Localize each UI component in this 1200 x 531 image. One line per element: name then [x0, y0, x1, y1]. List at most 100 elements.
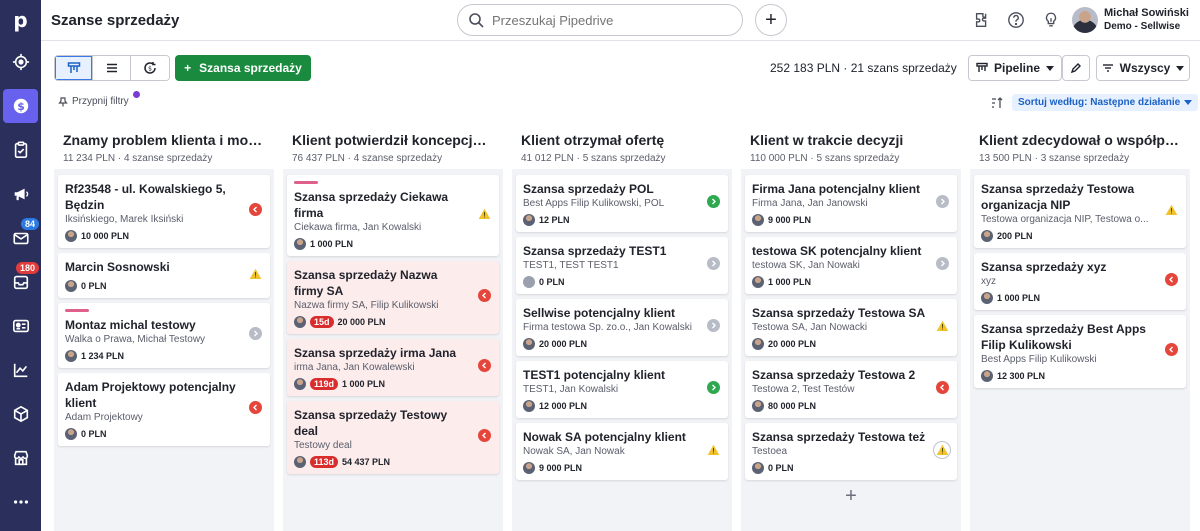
stage-header[interactable]: Klient w trakcie decyzji 110 000 PLN · 5 … [741, 124, 969, 172]
deal-value: 200 PLN [997, 231, 1033, 241]
deal-card[interactable]: Montaz michal testowy Walka o Prawa, Mich… [58, 303, 270, 368]
planned-activity-icon[interactable] [707, 195, 720, 208]
user-company[interactable]: Demo - Sellwise [1104, 21, 1180, 32]
sidebar-item-products[interactable] [0, 392, 41, 436]
overdue-activity-icon[interactable] [1165, 273, 1178, 286]
add-deal-button[interactable]: + Szansa sprzedaży [175, 55, 311, 81]
pipedrive-logo[interactable]: p [0, 0, 41, 40]
deal-card[interactable]: Szansa sprzedaży POL Best Apps Filip Kuli… [516, 175, 728, 232]
stage-header[interactable]: Klient zdecydował o współpracy 13 500 PLN… [970, 124, 1198, 172]
overdue-activity-icon[interactable] [478, 429, 491, 442]
search-input[interactable] [492, 12, 722, 28]
warning-icon[interactable] [936, 319, 949, 332]
deal-value: 1 000 PLN [768, 277, 812, 287]
sidebar-item-deals[interactable]: $ [0, 84, 41, 128]
deal-card[interactable]: TEST1 potencjalny klient TEST1, Jan Kowal… [516, 361, 728, 418]
warning-icon[interactable] [1165, 203, 1178, 216]
stage-header[interactable]: Znamy problem klienta i możem... 11 234 P… [54, 124, 282, 172]
deal-card[interactable]: Szansa sprzedaży Nazwa firmy SA Nazwa fir… [287, 261, 499, 334]
search-box[interactable] [457, 4, 743, 36]
list-view-button[interactable] [93, 56, 131, 80]
deal-card[interactable]: Szansa sprzedaży Testowa organizacja NIP… [974, 175, 1186, 248]
deal-card[interactable]: Szansa sprzedaży Ciekawa firma Ciekawa fi… [287, 175, 499, 256]
sidebar-item-inbox[interactable]: 180 [0, 260, 41, 304]
edit-pipeline-button[interactable] [1062, 55, 1090, 81]
overdue-activity-icon[interactable] [478, 289, 491, 302]
pipeline-stage-column: Klient otrzymał ofertę 41 012 PLN · 5 sza… [512, 124, 740, 531]
deal-organization: Best Apps Filip Kulikowski [981, 354, 1097, 365]
quick-add-button[interactable]: + [755, 4, 787, 36]
deal-card[interactable]: Adam Projektowy potencjalny klient Adam P… [58, 373, 270, 446]
owner-avatar [523, 276, 535, 288]
warning-icon[interactable] [249, 267, 262, 280]
deal-card[interactable]: Szansa sprzedaży irma Jana irma Jana, Jan… [287, 339, 499, 396]
deal-organization: Nazwa firmy SA, Filip Kulikowski [294, 300, 439, 311]
owner-avatar [523, 338, 535, 350]
deal-title: Montaz michal testowy [65, 318, 196, 332]
sort-icon[interactable] [990, 96, 1004, 110]
extensions-icon[interactable] [972, 10, 992, 30]
deal-card[interactable]: Sellwise potencjalny klient Firma testowa… [516, 299, 728, 356]
help-icon[interactable] [1006, 10, 1026, 30]
deal-card[interactable]: Marcin Sosnowski 0 PLN [58, 253, 270, 298]
no-activity-icon[interactable] [936, 257, 949, 270]
owner-avatar [752, 338, 764, 350]
notification-dot [132, 90, 141, 99]
deal-card[interactable]: Szansa sprzedaży xyz xyz 1 000 PLN [974, 253, 1186, 310]
no-activity-icon[interactable] [936, 195, 949, 208]
deal-card[interactable]: Szansa sprzedaży Testowa SA Testowa SA, J… [745, 299, 957, 356]
stage-header[interactable]: Klient otrzymał ofertę 41 012 PLN · 5 sza… [512, 124, 740, 172]
stage-summary: 13 500 PLN · 3 szanse sprzedaży [979, 153, 1130, 164]
deal-card[interactable]: Rf23548 - ul. Kowalskiego 5, Będzin Iksiń… [58, 175, 270, 248]
deal-title: Szansa sprzedaży Testowa organizacja NIP [981, 182, 1135, 212]
deal-card[interactable]: testowa SK potencjalny klient testowa SK,… [745, 237, 957, 294]
add-deal-to-stage-button[interactable]: + [745, 485, 957, 508]
owner-filter[interactable]: Wszyscy [1096, 55, 1190, 81]
lightbulb-icon[interactable] [1041, 10, 1061, 30]
no-activity-icon[interactable] [249, 327, 262, 340]
label-bar [65, 309, 89, 312]
inbox-icon [13, 275, 28, 290]
user-avatar[interactable] [1072, 7, 1098, 33]
deal-footer: 15d 20 000 PLN [294, 316, 491, 328]
no-activity-icon[interactable] [707, 257, 720, 270]
deal-card[interactable]: Szansa sprzedaży Testowy deal Testowy dea… [287, 401, 499, 474]
user-name[interactable]: Michał Sowiński [1104, 7, 1189, 19]
sidebar-item-campaigns[interactable] [0, 172, 41, 216]
warning-icon[interactable] [933, 441, 951, 459]
overdue-activity-icon[interactable] [936, 381, 949, 394]
sidebar-item-contacts[interactable] [0, 304, 41, 348]
forecast-view-button[interactable]: $ [131, 56, 169, 80]
stage-header[interactable]: Klient potwierdził koncepcję ro... 76 437… [283, 124, 511, 172]
sidebar-item-insights[interactable] [0, 348, 41, 392]
overdue-activity-icon[interactable] [249, 401, 262, 414]
sidebar-item-activities[interactable] [0, 128, 41, 172]
deal-card[interactable]: Szansa sprzedaży Testowa też Testoea 0 PLN [745, 423, 957, 480]
kanban-view-button[interactable] [55, 56, 93, 80]
deal-card[interactable]: Firma Jana potencjalny klient Firma Jana,… [745, 175, 957, 232]
overdue-activity-icon[interactable] [1165, 343, 1178, 356]
deal-organization: Walka o Prawa, Michał Testowy [65, 334, 206, 345]
deal-card[interactable]: Nowak SA potencjalny klient Nowak SA, Jan… [516, 423, 728, 480]
sort-dropdown[interactable]: Sortuj według: Następne działanie [1012, 94, 1199, 111]
deal-footer: 200 PLN [981, 230, 1178, 242]
deal-card[interactable]: Szansa sprzedaży TEST1 TEST1, TEST TEST1 0… [516, 237, 728, 294]
sidebar-item-leads[interactable] [0, 40, 41, 84]
pin-filters-button[interactable]: Przypnij filtry [58, 96, 129, 107]
pipeline-selector[interactable]: Pipeline [968, 55, 1062, 81]
deal-card[interactable]: Szansa sprzedaży Best Apps Filip Kulikow… [974, 315, 1186, 388]
no-activity-icon[interactable] [707, 319, 720, 332]
overdue-activity-icon[interactable] [478, 359, 491, 372]
sidebar-item-mail[interactable]: 84 [0, 216, 41, 260]
warning-icon[interactable] [707, 443, 720, 456]
deal-value: 12 000 PLN [539, 401, 588, 411]
deal-card[interactable]: Szansa sprzedaży Testowa 2 Testowa 2, Tes… [745, 361, 957, 418]
sidebar-item-more[interactable] [0, 480, 41, 524]
sidebar-item-marketplace[interactable] [0, 436, 41, 480]
planned-activity-icon[interactable] [707, 381, 720, 394]
warning-icon[interactable] [478, 207, 491, 220]
owner-avatar [65, 280, 77, 292]
deal-footer: 1 234 PLN [65, 350, 262, 362]
chevron-down-icon [1176, 65, 1185, 71]
overdue-activity-icon[interactable] [249, 203, 262, 216]
